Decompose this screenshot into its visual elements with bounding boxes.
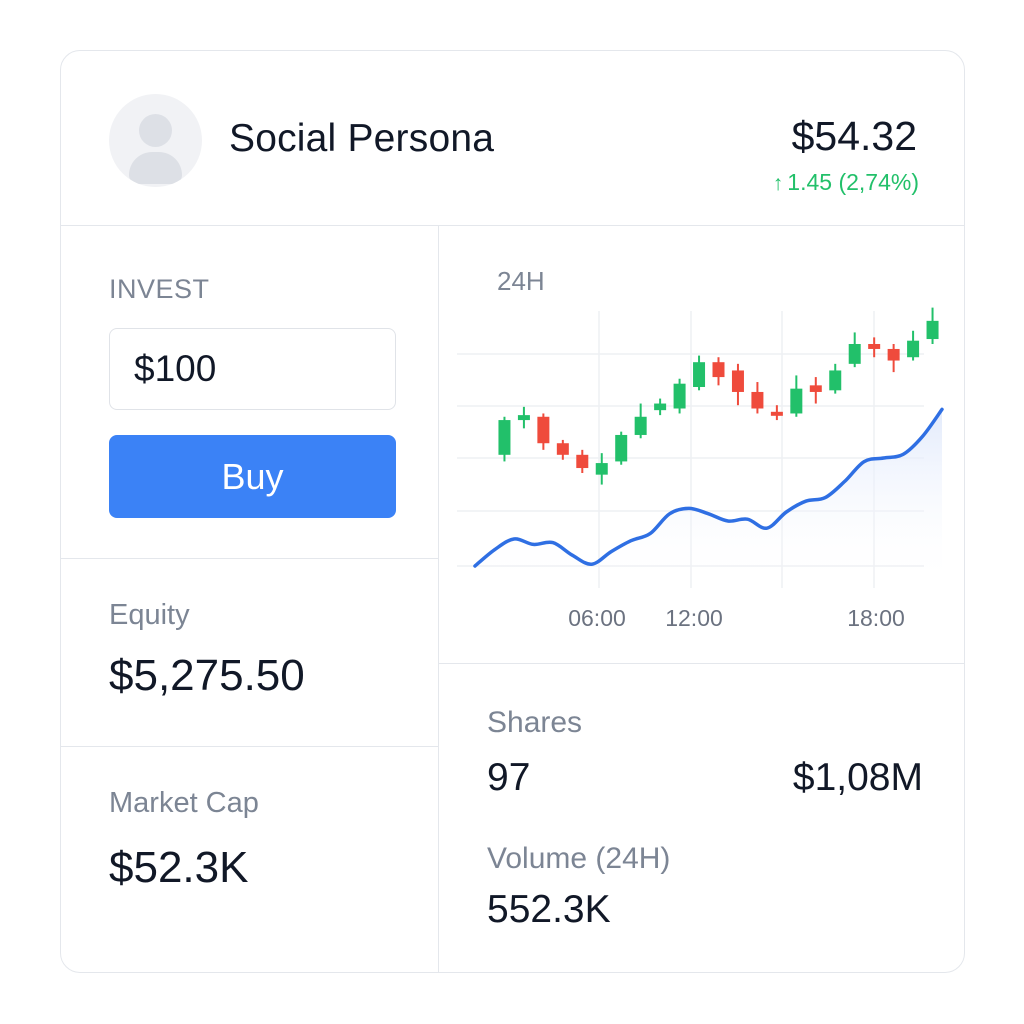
invest-amount-input[interactable] xyxy=(109,328,396,410)
invest-section: INVEST Buy xyxy=(61,226,438,559)
price-chart-section: 06:00 12:00 18:00 24H xyxy=(439,226,964,664)
candle-down xyxy=(576,454,589,469)
candle-up xyxy=(673,383,686,409)
candle-up xyxy=(498,420,511,455)
candle-up xyxy=(926,320,939,340)
market-cap-value: $52.3K xyxy=(109,843,249,892)
right-column: 06:00 12:00 18:00 24H Shares 97 $1,08M Vol… xyxy=(439,226,964,972)
shares-count: 97 xyxy=(487,756,531,799)
candle-up xyxy=(829,370,842,391)
shares-value: $1,08M xyxy=(792,756,923,799)
volume-label: Volume (24H) xyxy=(487,842,671,875)
x-tick-label: 06:00 xyxy=(568,605,626,631)
market-cap-label: Market Cap xyxy=(109,787,259,819)
volume-value: 552.3K xyxy=(487,888,611,931)
equity-section: Equity $5,275.50 xyxy=(61,559,438,747)
candle-down xyxy=(537,416,550,444)
candle-up xyxy=(848,344,861,364)
arrow-up-icon: ↑ xyxy=(772,172,784,195)
candle-down xyxy=(731,370,744,392)
price-change: ↑ 1.45 (2,74%) xyxy=(773,169,919,196)
candle-up xyxy=(693,362,706,387)
candle-up xyxy=(907,340,920,358)
candle-down xyxy=(556,443,569,455)
candle-down xyxy=(809,385,822,392)
equity-value: $5,275.50 xyxy=(109,651,305,700)
price-change-value: 1.45 (2,74%) xyxy=(787,169,919,195)
persona-name: Social Persona xyxy=(229,117,495,160)
left-column: INVEST Buy Equity $5,275.50 Market Cap $… xyxy=(61,226,439,972)
card-header: Social Persona $54.32 ↑ 1.45 (2,74%) xyxy=(61,51,964,226)
current-price: $54.32 xyxy=(791,113,917,159)
candle-up xyxy=(790,388,803,414)
candle-down xyxy=(751,391,764,409)
candle-down xyxy=(868,344,881,349)
candle-down xyxy=(887,348,900,361)
x-tick-label: 12:00 xyxy=(665,605,723,631)
invest-label: INVEST xyxy=(109,274,210,304)
shares-label: Shares xyxy=(487,706,583,739)
buy-button[interactable]: Buy xyxy=(109,435,396,518)
chart-range-label: 24H xyxy=(497,266,545,296)
candle-up xyxy=(615,434,628,462)
user-avatar-icon xyxy=(109,94,202,187)
persona-card: Social Persona $54.32 ↑ 1.45 (2,74%) INVE… xyxy=(60,50,965,973)
candle-down xyxy=(712,362,725,378)
candle-up xyxy=(654,403,667,411)
candle-up xyxy=(517,415,530,421)
candle-up xyxy=(634,416,647,435)
candle-down xyxy=(770,411,783,416)
candle-up xyxy=(595,463,608,475)
stats-section: Shares 97 $1,08M Volume (24H) 552.3K xyxy=(439,664,964,972)
x-tick-label: 18:00 xyxy=(847,605,905,631)
market-cap-section: Market Cap $52.3K xyxy=(61,747,438,972)
equity-label: Equity xyxy=(109,599,190,631)
